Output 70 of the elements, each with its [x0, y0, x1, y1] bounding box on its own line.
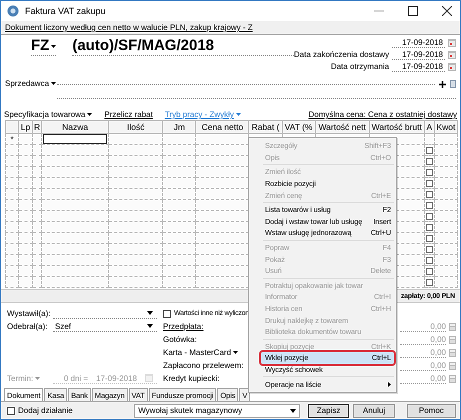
column-header[interactable]: Ilość [108, 120, 163, 134]
issued-by-label: Wystawił(a): [7, 309, 52, 318]
date-field[interactable]: 17-09-2018 [392, 62, 445, 72]
payment-label: Zapłacono przelewem: [163, 361, 244, 370]
default-price-link[interactable]: Domyślna cena: Cena z ostatniej dostawy [308, 110, 457, 119]
column-header[interactable]: A [424, 120, 434, 134]
payment-label: Gotówka: [163, 335, 197, 344]
row-checkbox[interactable] [426, 190, 433, 198]
recalculate-link[interactable]: Przelicz rabat [104, 110, 153, 119]
dialog-button[interactable]: Pomoc [406, 404, 456, 418]
stock-effect-dropdown[interactable]: Wywołaj skutek magazynowy [134, 404, 300, 418]
work-mode-link[interactable]: Tryb pracy - Zwykły [164, 110, 234, 119]
received-by-label: Odebrał(a): [7, 322, 48, 331]
date-label: Data zakończenia dostawy [294, 50, 390, 59]
row-checkbox[interactable] [426, 168, 433, 176]
issued-by-dropdown[interactable] [53, 308, 157, 319]
column-header[interactable]: Jm [162, 120, 196, 134]
received-by-dropdown[interactable]: Szef [53, 321, 157, 332]
payment-label: Kredyt kupiecki: [163, 374, 220, 383]
dialog-button[interactable]: Zapisz [308, 404, 350, 418]
date-field[interactable]: 17-09-2018 [392, 50, 445, 60]
column-header[interactable]: Nazwa [42, 120, 109, 134]
document-number: (auto)/SF/MAG/2018 [72, 37, 220, 56]
row-checkbox[interactable] [426, 202, 433, 208]
row-checkbox[interactable] [426, 268, 433, 274]
row-checkbox[interactable] [426, 256, 433, 264]
dialog-button[interactable]: Anuluj [353, 404, 395, 418]
payment-label[interactable]: Przedpłata: [163, 322, 204, 331]
close-icon[interactable] [442, 6, 452, 16]
calendar-icon[interactable] [448, 50, 456, 58]
window-title: Faktura VAT zakupu [25, 6, 106, 16]
document-type[interactable]: FZ [31, 37, 50, 55]
add-icon[interactable] [439, 80, 446, 88]
row-checkbox[interactable] [426, 180, 433, 186]
table-cell[interactable] [42, 134, 109, 144]
caret-icon[interactable] [51, 44, 56, 48]
column-header[interactable]: Rabat ( [248, 120, 282, 134]
date-label: Data otrzymania [330, 62, 390, 71]
caret-icon[interactable] [87, 113, 92, 116]
column-header[interactable]: VAT (% [282, 120, 316, 134]
app-icon [7, 5, 19, 17]
column-header[interactable]: Kwot [434, 120, 458, 134]
add-action-label: Dodaj działanie [18, 406, 73, 415]
checkbox[interactable] [163, 310, 171, 318]
calendar-icon[interactable] [448, 62, 456, 70]
row-checkbox[interactable] [426, 246, 433, 252]
column-header[interactable]: Lp [18, 120, 33, 134]
column-header[interactable]: Wartość brutt [369, 120, 424, 134]
row-checkbox[interactable] [426, 234, 433, 242]
date-field[interactable]: 17-09-2018 [392, 38, 445, 48]
payment-method-dropdown[interactable]: Karta - MasterCard [163, 348, 232, 357]
caret-icon [290, 408, 296, 412]
row-checkbox[interactable] [426, 146, 433, 154]
row-checkbox[interactable] [426, 278, 433, 286]
caret-icon[interactable] [233, 351, 238, 354]
new-row-marker: * [6, 134, 19, 144]
row-checkbox[interactable] [426, 212, 433, 220]
submenu-arrow-icon [388, 382, 391, 387]
seller-label[interactable]: Sprzedawca [5, 78, 50, 88]
caret-icon [147, 324, 153, 328]
checkbox[interactable] [7, 406, 15, 414]
maximize-icon[interactable] [408, 6, 418, 16]
row-checkbox[interactable] [426, 158, 433, 164]
column-header[interactable]: Cena netto [196, 120, 249, 134]
specification-dropdown[interactable]: Specyfikacja towarowa [4, 110, 86, 119]
caret-icon[interactable] [51, 82, 56, 84]
caret-icon [147, 311, 153, 315]
calendar-icon[interactable] [448, 38, 456, 46]
column-header[interactable]: Wartość nett [315, 120, 370, 134]
row-checkbox[interactable] [426, 224, 433, 230]
